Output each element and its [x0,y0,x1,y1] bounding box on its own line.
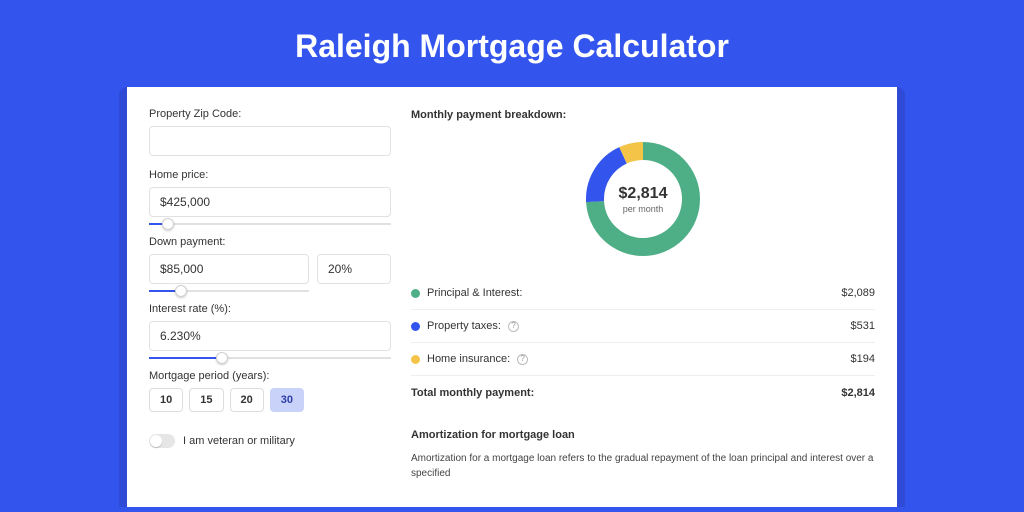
price-slider-thumb[interactable] [162,218,174,230]
rate-input[interactable] [149,321,391,351]
breakdown-item-label: Home insurance: [427,353,510,365]
price-label: Home price: [149,170,391,181]
veteran-toggle[interactable] [149,434,175,448]
period-label: Mortgage period (years): [149,371,391,382]
total-amount: $2,814 [841,387,875,399]
down-slider-thumb[interactable] [175,285,187,297]
legend-dot [411,355,420,364]
period-option-10[interactable]: 10 [149,388,183,412]
donut-center-sub: per month [623,204,664,214]
down-group: Down payment: [149,237,391,284]
breakdown-item-label: Principal & Interest: [427,287,522,299]
donut-chart: $2,814 per month [581,137,705,261]
veteran-toggle-knob [150,435,162,447]
period-option-20[interactable]: 20 [230,388,264,412]
zip-label: Property Zip Code: [149,109,391,120]
down-pct-input[interactable] [317,254,391,284]
period-group: Mortgage period (years): 1015 2030 [149,371,391,412]
breakdown-row: Property taxes:? $531 [411,310,875,343]
legend-dot [411,289,420,298]
donut-center-value: $2,814 [619,185,668,203]
rate-group: Interest rate (%): [149,304,391,351]
amortization-title: Amortization for mortgage loan [411,429,875,441]
breakdown-rows: Principal & Interest: $2,089 Property taxe… [411,277,875,376]
legend-dot [411,322,420,331]
down-slider[interactable] [149,290,309,292]
zip-input[interactable] [149,126,391,156]
help-icon[interactable]: ? [517,354,528,365]
breakdown-item-amount: $531 [851,320,875,332]
breakdown-row: Principal & Interest: $2,089 [411,277,875,310]
period-options: 1015 2030 [149,388,391,412]
down-label: Down payment: [149,237,391,248]
zip-group: Property Zip Code: [149,109,391,156]
price-input[interactable] [149,187,391,217]
total-label: Total monthly payment: [411,387,534,399]
donut-wrap: $2,814 per month [411,131,875,277]
breakdown-row: Home insurance:? $194 [411,343,875,376]
total-row: Total monthly payment: $2,814 [411,376,875,413]
breakdown-item-amount: $194 [851,353,875,365]
inputs-panel: Property Zip Code: Home price: Down paym… [149,109,391,507]
period-option-30[interactable]: 30 [270,388,304,412]
rate-slider-thumb[interactable] [216,352,228,364]
breakdown-item-amount: $2,089 [841,287,875,299]
price-slider[interactable] [149,223,391,225]
veteran-label: I am veteran or military [183,436,295,447]
rate-label: Interest rate (%): [149,304,391,315]
card-shadow: Property Zip Code: Home price: Down paym… [119,87,905,507]
breakdown-title: Monthly payment breakdown: [411,109,875,121]
price-group: Home price: [149,170,391,217]
page-title: Raleigh Mortgage Calculator [0,0,1024,87]
rate-slider[interactable] [149,357,391,359]
veteran-row: I am veteran or military [149,434,391,448]
breakdown-item-label: Property taxes: [427,320,501,332]
amortization-section: Amortization for mortgage loan Amortizat… [411,413,875,481]
down-amount-input[interactable] [149,254,309,284]
period-option-15[interactable]: 15 [189,388,223,412]
amortization-body: Amortization for a mortgage loan refers … [411,451,875,481]
help-icon[interactable]: ? [508,321,519,332]
calculator-card: Property Zip Code: Home price: Down paym… [127,87,897,507]
results-panel: Monthly payment breakdown: $2,814 per mo… [411,109,875,507]
